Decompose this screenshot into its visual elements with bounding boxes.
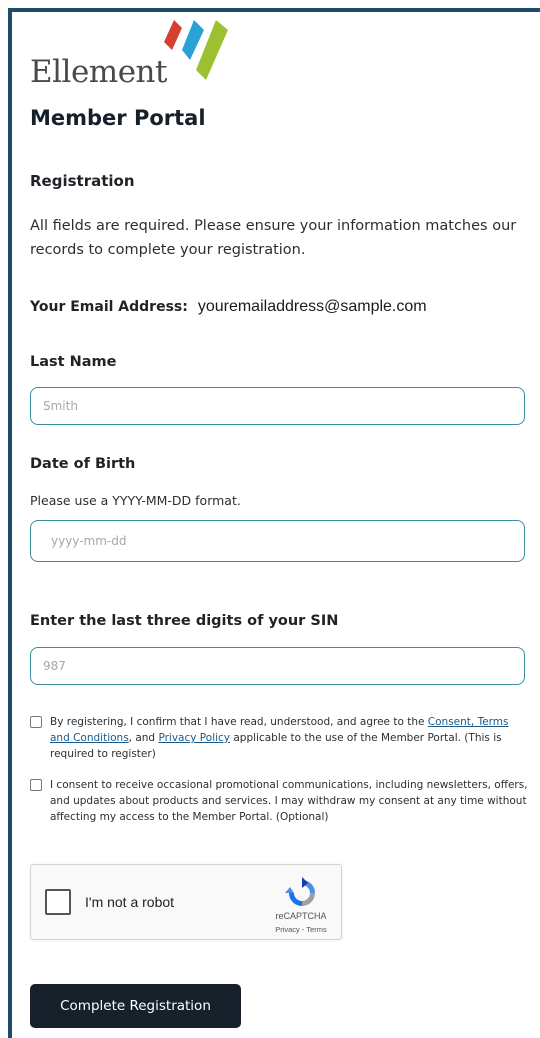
- consent-marketing-checkbox[interactable]: [30, 779, 42, 791]
- recaptcha-widget: I'm not a robot reCAPTCHA Privacy - Term…: [30, 864, 342, 940]
- consent-marketing-text: I consent to receive occasional promotio…: [50, 779, 528, 823]
- recaptcha-brand: reCAPTCHA: [275, 911, 327, 921]
- sin-label: Enter the last three digits of your SIN: [30, 613, 339, 629]
- frame-top-border: [8, 8, 540, 12]
- page-title: Member Portal: [30, 106, 206, 130]
- recaptcha-label: I'm not a robot: [85, 894, 175, 910]
- intro-text: All fields are required. Please ensure y…: [30, 218, 517, 258]
- privacy-policy-link[interactable]: Privacy Policy: [158, 732, 230, 744]
- email-value: youremailaddress@sample.com: [197, 298, 427, 315]
- last-name-label: Last Name: [30, 354, 117, 370]
- email-row: Your Email Address: youremailaddress@samp…: [30, 296, 427, 316]
- recaptcha-checkbox[interactable]: [45, 889, 71, 915]
- frame-left-border: [8, 8, 12, 1038]
- logo-stripes-icon: [164, 20, 228, 80]
- brand-logo: Ellement: [30, 16, 240, 90]
- recaptcha-icon: [285, 877, 315, 906]
- consent-terms: By registering, I confirm that I have re…: [30, 714, 530, 762]
- consent-terms-checkbox[interactable]: [30, 716, 42, 728]
- complete-registration-button[interactable]: Complete Registration: [30, 984, 241, 1028]
- dob-label: Date of Birth: [30, 456, 136, 472]
- consent-terms-text: By registering, I confirm that I have re…: [50, 716, 509, 760]
- dob-hint: Please use a YYYY-MM-DD format.: [30, 493, 241, 508]
- section-title: Registration: [30, 172, 135, 190]
- sin-input[interactable]: [30, 647, 525, 685]
- last-name-input[interactable]: [30, 387, 525, 425]
- dob-input[interactable]: [30, 520, 525, 562]
- logo-text: Ellement: [30, 54, 167, 90]
- recaptcha-links[interactable]: Privacy - Terms: [263, 925, 339, 934]
- consent-marketing: I consent to receive occasional promotio…: [30, 777, 530, 825]
- email-label: Your Email Address:: [30, 299, 188, 315]
